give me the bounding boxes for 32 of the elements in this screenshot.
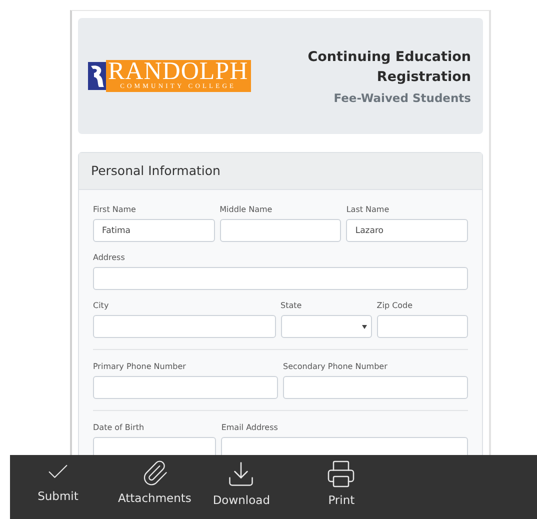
state-select[interactable] bbox=[280, 315, 372, 338]
page-title: Continuing Education Registration bbox=[306, 48, 471, 87]
toolbar-button[interactable]: Attachments bbox=[118, 455, 192, 505]
field-label: Address bbox=[93, 253, 126, 263]
field-label: Primary Phone Number bbox=[93, 362, 187, 372]
input-field[interactable] bbox=[93, 315, 276, 338]
input-field[interactable]: Fatima bbox=[93, 219, 215, 242]
input-field[interactable] bbox=[93, 267, 468, 290]
field-label: Last Name bbox=[346, 205, 390, 215]
field-label: State bbox=[280, 301, 303, 311]
toolbar-button[interactable]: Print bbox=[311, 455, 372, 507]
caret-icon bbox=[362, 324, 367, 328]
field-label: Email Address bbox=[221, 423, 279, 433]
input-field[interactable] bbox=[220, 219, 342, 242]
field-label: Secondary Phone Number bbox=[283, 362, 388, 372]
page-subtitle: Fee-Waived Students bbox=[334, 91, 471, 105]
field-label: Date of Birth bbox=[93, 423, 146, 433]
section-title: Personal Information bbox=[79, 153, 482, 190]
input-field[interactable] bbox=[221, 437, 468, 455]
input-field[interactable] bbox=[93, 437, 216, 455]
input-field[interactable]: Lazaro bbox=[346, 219, 468, 242]
field-label: Zip Code bbox=[376, 301, 414, 311]
input-field[interactable] bbox=[93, 376, 278, 399]
toolbar-button[interactable]: Download bbox=[211, 455, 272, 507]
input-field[interactable] bbox=[283, 376, 468, 399]
field-label: City bbox=[93, 301, 110, 311]
toolbar-button[interactable]: Submit bbox=[28, 455, 88, 503]
printer-icon bbox=[326, 459, 356, 489]
emblem-icon bbox=[88, 62, 106, 90]
field-label: First Name bbox=[93, 205, 137, 215]
input-field[interactable] bbox=[376, 315, 468, 338]
field-label: Middle Name bbox=[220, 205, 274, 215]
